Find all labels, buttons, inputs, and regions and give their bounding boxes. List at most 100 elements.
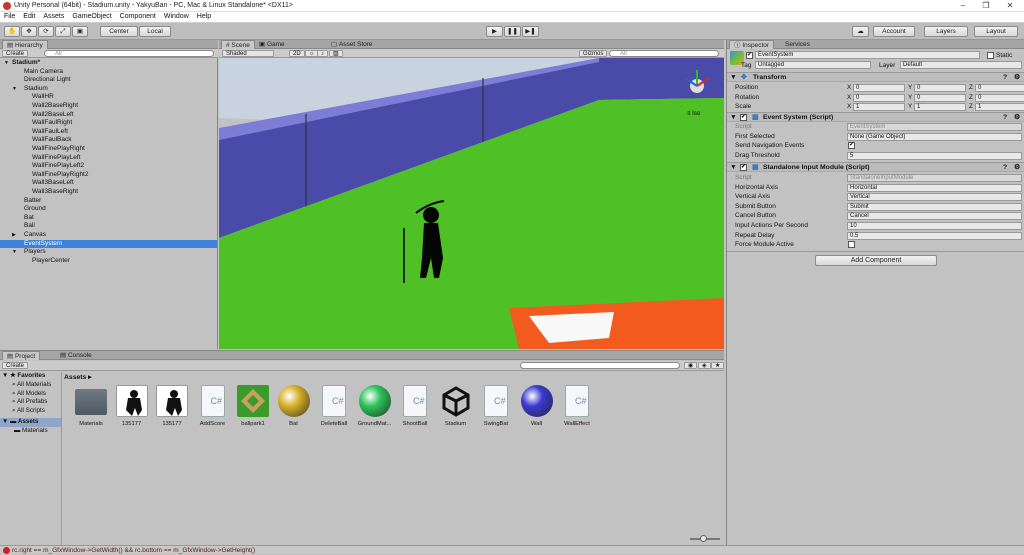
layer-dropdown[interactable]: Default [900, 61, 1022, 69]
asset-item[interactable]: Materials [72, 385, 110, 433]
tab-asset-store[interactable]: ▢ Asset Store [327, 40, 377, 49]
transform-x-field[interactable]: 0 [853, 93, 905, 102]
asset-item[interactable]: Bat [275, 385, 313, 433]
hierarchy-create-button[interactable]: Create [2, 50, 29, 57]
zoom-slider-handle[interactable] [700, 535, 707, 542]
transform-z-field[interactable]: 0 [975, 84, 1024, 92]
rect-tool-icon[interactable]: ▣ [72, 26, 88, 37]
shading-dropdown[interactable]: Shaded [222, 50, 274, 57]
tab-game[interactable]: ▣ Game [255, 40, 289, 49]
event-system-field[interactable]: 5 [847, 151, 1022, 160]
hierarchy-item[interactable]: WallFaulLeft [0, 128, 217, 137]
step-icon[interactable]: ▶❚ [522, 26, 539, 37]
hierarchy-item[interactable]: Batter [0, 197, 217, 206]
project-create-button[interactable]: Create [2, 362, 29, 369]
foldout-arrow-icon[interactable]: ▼ [12, 248, 17, 257]
object-name-field[interactable]: EventSystem [755, 51, 980, 59]
menu-help[interactable]: Help [193, 12, 215, 21]
hierarchy-item[interactable]: Main Camera [0, 68, 217, 77]
hierarchy-item[interactable]: Wall2BaseRight [0, 102, 217, 111]
asset-item[interactable]: GroundMat... [356, 385, 394, 433]
hierarchy-item[interactable]: ▶ Canvas [0, 231, 217, 240]
foldout-arrow-icon[interactable]: ▼ [12, 85, 17, 94]
menu-edit[interactable]: Edit [19, 12, 39, 21]
input-module-enabled-checkbox[interactable]: ✔ [740, 164, 747, 171]
layout-dropdown[interactable]: Layout [974, 26, 1018, 37]
menu-file[interactable]: File [0, 12, 19, 21]
hierarchy-item[interactable]: Wall3BaseLeft [0, 179, 217, 188]
pivot-center-button[interactable]: Center [100, 26, 138, 37]
hierarchy-item[interactable]: ▼ Stadium* [0, 59, 217, 68]
rotate-tool-icon[interactable]: ⟳ [38, 26, 54, 37]
favorites-item[interactable]: ⌕ All Models [0, 390, 61, 399]
foldout-arrow-icon[interactable]: ▼ [730, 73, 737, 83]
transform-x-field[interactable]: 0 [853, 84, 905, 92]
transform-y-field[interactable]: 1 [914, 103, 966, 112]
menu-component[interactable]: Component [116, 12, 160, 21]
asset-item[interactable]: AddScore [194, 385, 232, 433]
hierarchy-item[interactable]: ▼ Stadium [0, 85, 217, 94]
menu-gameobject[interactable]: GameObject [68, 12, 115, 21]
tab-services[interactable]: Services [781, 40, 814, 49]
minimize-icon[interactable]: – [952, 0, 974, 12]
hierarchy-item[interactable]: WallFaulBack [0, 136, 217, 145]
hierarchy-item[interactable]: Wall3BaseRight [0, 188, 217, 197]
hierarchy-item[interactable]: EventSystem [0, 239, 217, 249]
hierarchy-item[interactable]: ▼ Players [0, 248, 217, 257]
hierarchy-item[interactable]: Ground [0, 205, 217, 214]
hierarchy-item[interactable]: WallFinePlayLeft [0, 154, 217, 163]
move-tool-icon[interactable]: ✥ [21, 26, 37, 37]
tab-project[interactable]: ▤ Project [2, 351, 41, 360]
help-icon[interactable]: ? [1003, 163, 1007, 173]
event-system-field[interactable]: None (Game Object) [847, 132, 1022, 141]
hierarchy-item[interactable]: WallFinePlayRight [0, 145, 217, 154]
gizmos-dropdown[interactable]: Gizmos [579, 50, 608, 57]
scale-tool-icon[interactable]: ⤢ [55, 26, 71, 37]
transform-z-field[interactable]: 1 [975, 103, 1024, 112]
input-module-field[interactable]: 0.5 [847, 231, 1022, 240]
hierarchy-item[interactable]: WallFinePlayLeft2 [0, 162, 217, 171]
input-module-field[interactable]: Cancel [847, 212, 1022, 221]
favorites-header[interactable]: ▼ ★ Favorites [0, 372, 61, 381]
effects-icon[interactable]: ▨ [329, 50, 343, 57]
input-module-field[interactable]: StandaloneInputModule [847, 174, 1022, 182]
foldout-arrow-icon[interactable]: ▶ [12, 231, 16, 240]
transform-x-field[interactable]: 1 [853, 103, 905, 112]
asset-item[interactable]: Stadium [437, 385, 475, 433]
hierarchy-item[interactable]: WallFaulRight [0, 119, 217, 128]
hierarchy-item[interactable]: Bat [0, 214, 217, 223]
assets-root[interactable]: ▼ ▬ Assets [0, 418, 61, 427]
play-icon[interactable]: ▶ [486, 26, 503, 37]
tab-inspector[interactable]: ⓘ Inspector [729, 40, 775, 49]
transform-y-field[interactable]: 0 [914, 84, 966, 92]
settings-gear-icon[interactable]: ⚙ [1014, 73, 1020, 83]
asset-item[interactable]: DeleteBall [315, 385, 353, 433]
hierarchy-search-input[interactable]: All [44, 50, 214, 57]
error-icon[interactable] [3, 547, 10, 554]
event-system-field[interactable]: EventSystem [847, 123, 1022, 131]
event-system-enabled-checkbox[interactable]: ✔ [740, 114, 747, 121]
hierarchy-item[interactable]: WallFinePlayRight2 [0, 171, 217, 180]
input-module-field[interactable]: 10 [847, 222, 1022, 230]
asset-item[interactable]: ShootBall [396, 385, 434, 433]
asset-item[interactable]: WallEffect [558, 385, 596, 433]
hierarchy-item[interactable]: WallHR [0, 93, 217, 102]
asset-item[interactable]: 135177 [153, 385, 191, 433]
transform-z-field[interactable]: 0 [975, 93, 1024, 102]
asset-item[interactable]: ballpark1 [234, 385, 272, 433]
input-module-field[interactable]: Vertical [847, 193, 1022, 202]
hierarchy-item[interactable]: PlayerCenter [0, 257, 217, 266]
transform-y-field[interactable]: 0 [914, 93, 966, 102]
static-checkbox[interactable] [987, 52, 994, 59]
scene-viewport[interactable]: ≡ Iso [219, 58, 724, 349]
tab-hierarchy[interactable]: ▤ Hierarchy [2, 40, 48, 49]
scene-search-input[interactable]: All [609, 50, 719, 57]
tag-dropdown[interactable]: Untagged [755, 61, 871, 69]
input-module-field[interactable]: Horizontal [847, 183, 1022, 192]
account-dropdown[interactable]: Account [873, 26, 915, 37]
menu-assets[interactable]: Assets [39, 12, 68, 21]
asset-item[interactable]: SwingBat [477, 385, 515, 433]
foldout-arrow-icon[interactable]: ▼ [730, 163, 737, 173]
input-module-checkbox[interactable] [848, 241, 855, 249]
hierarchy-item[interactable]: Ball [0, 222, 217, 231]
